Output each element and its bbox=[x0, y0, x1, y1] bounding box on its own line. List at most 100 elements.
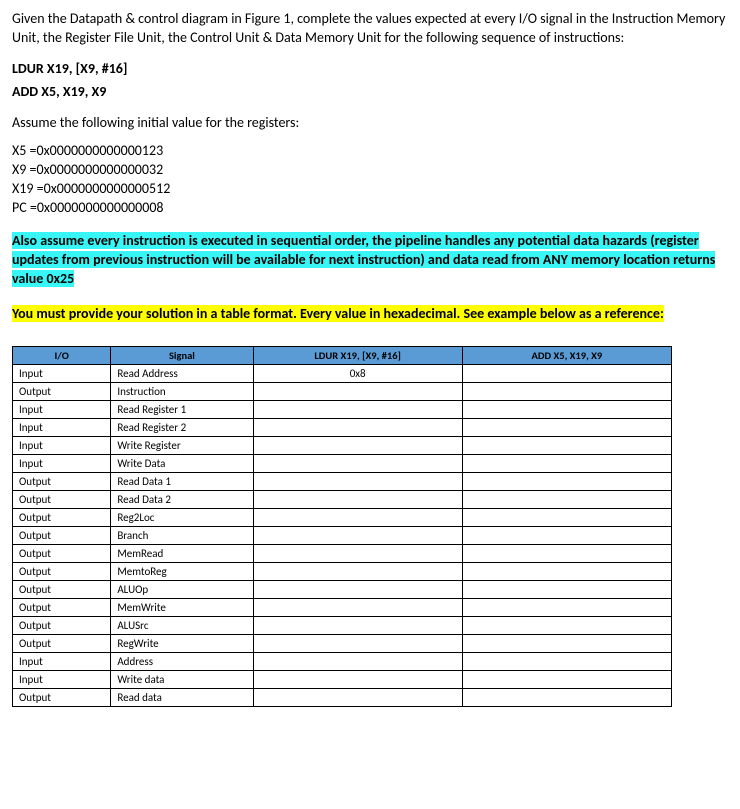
assumption-paragraph: Also assume every instruction is execute… bbox=[12, 232, 728, 289]
cell-col2 bbox=[462, 454, 671, 472]
table-body: InputRead Address0x8OutputInstructionInp… bbox=[13, 364, 672, 706]
cell-signal: RegWrite bbox=[111, 634, 253, 652]
cell-signal: MemtoReg bbox=[111, 562, 253, 580]
instruction-line-1: LDUR X19, [X9, #16] bbox=[12, 60, 728, 79]
cell-io: Input bbox=[13, 364, 111, 382]
cell-signal: MemRead bbox=[111, 544, 253, 562]
register-block: X5 =0x0000000000000123 X9 =0x00000000000… bbox=[12, 142, 728, 218]
cell-col1 bbox=[253, 436, 462, 454]
cell-io: Output bbox=[13, 490, 111, 508]
cell-col1 bbox=[253, 508, 462, 526]
cell-signal: Read Register 1 bbox=[111, 400, 253, 418]
cell-io: Output bbox=[13, 382, 111, 400]
requirement-colon: : bbox=[660, 305, 664, 322]
cell-io: Input bbox=[13, 670, 111, 688]
reg-pc: PC =0x0000000000000008 bbox=[12, 199, 728, 218]
cell-io: Input bbox=[13, 436, 111, 454]
cell-io: Output bbox=[13, 472, 111, 490]
instruction-line-2: ADD X5, X19, X9 bbox=[12, 83, 728, 102]
cell-col2 bbox=[462, 382, 671, 400]
cell-signal: Read Data 2 bbox=[111, 490, 253, 508]
cell-col1 bbox=[253, 454, 462, 472]
table-header-row: I/O Signal LDUR X19, [X9, #16] ADD X5, X… bbox=[13, 346, 672, 364]
cell-col1 bbox=[253, 598, 462, 616]
table-row: InputAddress bbox=[13, 652, 672, 670]
cell-col1 bbox=[253, 670, 462, 688]
table-row: InputWrite Data bbox=[13, 454, 672, 472]
cell-col2 bbox=[462, 580, 671, 598]
cell-col1 bbox=[253, 472, 462, 490]
cell-col1 bbox=[253, 400, 462, 418]
cell-signal: Instruction bbox=[111, 382, 253, 400]
table-row: OutputALUOp bbox=[13, 580, 672, 598]
cell-signal: Read Register 2 bbox=[111, 418, 253, 436]
reg-x9: X9 =0x0000000000000032 bbox=[12, 161, 728, 180]
cell-col2 bbox=[462, 364, 671, 382]
cell-signal: ALUSrc bbox=[111, 616, 253, 634]
table-row: OutputRead data bbox=[13, 688, 672, 706]
cell-col2 bbox=[462, 652, 671, 670]
cell-signal: ALUOp bbox=[111, 580, 253, 598]
reg-x5: X5 =0x0000000000000123 bbox=[12, 142, 728, 161]
cell-io: Output bbox=[13, 508, 111, 526]
cell-col2 bbox=[462, 472, 671, 490]
cell-col1 bbox=[253, 382, 462, 400]
cell-io: Output bbox=[13, 616, 111, 634]
cell-col1 bbox=[253, 652, 462, 670]
reg-x19: X19 =0x0000000000000512 bbox=[12, 180, 728, 199]
cell-col1 bbox=[253, 418, 462, 436]
table-row: OutputRegWrite bbox=[13, 634, 672, 652]
cell-col2 bbox=[462, 436, 671, 454]
table-row: InputRead Register 2 bbox=[13, 418, 672, 436]
signal-table: I/O Signal LDUR X19, [X9, #16] ADD X5, X… bbox=[12, 346, 672, 707]
cell-col1 bbox=[253, 562, 462, 580]
cell-col2 bbox=[462, 598, 671, 616]
cell-col1 bbox=[253, 526, 462, 544]
cell-col2 bbox=[462, 418, 671, 436]
cell-io: Input bbox=[13, 652, 111, 670]
table-row: OutputMemtoReg bbox=[13, 562, 672, 580]
cell-col2 bbox=[462, 688, 671, 706]
cell-col2 bbox=[462, 490, 671, 508]
table-row: OutputMemWrite bbox=[13, 598, 672, 616]
cell-signal: Read Address bbox=[111, 364, 253, 382]
cell-signal: Write Data bbox=[111, 454, 253, 472]
cell-io: Input bbox=[13, 418, 111, 436]
table-row: InputWrite data bbox=[13, 670, 672, 688]
cell-col2 bbox=[462, 544, 671, 562]
cell-signal: MemWrite bbox=[111, 598, 253, 616]
cell-io: Output bbox=[13, 544, 111, 562]
cell-io: Output bbox=[13, 526, 111, 544]
instruction-block: LDUR X19, [X9, #16] ADD X5, X19, X9 bbox=[12, 60, 728, 102]
cell-signal: Address bbox=[111, 652, 253, 670]
cell-col2 bbox=[462, 400, 671, 418]
cell-io: Input bbox=[13, 454, 111, 472]
cell-io: Output bbox=[13, 688, 111, 706]
cell-col2 bbox=[462, 634, 671, 652]
cell-col1 bbox=[253, 580, 462, 598]
cell-signal: Write Register bbox=[111, 436, 253, 454]
requirement-paragraph: You must provide your solution in a tabl… bbox=[12, 305, 728, 324]
table-row: InputWrite Register bbox=[13, 436, 672, 454]
cell-io: Output bbox=[13, 598, 111, 616]
header-col1: LDUR X19, [X9, #16] bbox=[253, 346, 462, 364]
header-col2: ADD X5, X19, X9 bbox=[462, 346, 671, 364]
cell-signal: Read data bbox=[111, 688, 253, 706]
cell-io: Output bbox=[13, 562, 111, 580]
cell-io: Output bbox=[13, 580, 111, 598]
header-signal: Signal bbox=[111, 346, 253, 364]
cell-col2 bbox=[462, 508, 671, 526]
table-row: OutputRead Data 2 bbox=[13, 490, 672, 508]
assumption-text: Also assume every instruction is execute… bbox=[12, 232, 715, 287]
cell-col1 bbox=[253, 490, 462, 508]
cell-col2 bbox=[462, 670, 671, 688]
cell-col1 bbox=[253, 616, 462, 634]
table-row: OutputInstruction bbox=[13, 382, 672, 400]
cell-col2 bbox=[462, 562, 671, 580]
table-row: OutputRead Data 1 bbox=[13, 472, 672, 490]
cell-col2 bbox=[462, 526, 671, 544]
cell-signal: Branch bbox=[111, 526, 253, 544]
table-row: OutputALUSrc bbox=[13, 616, 672, 634]
cell-col1 bbox=[253, 688, 462, 706]
cell-col2 bbox=[462, 616, 671, 634]
